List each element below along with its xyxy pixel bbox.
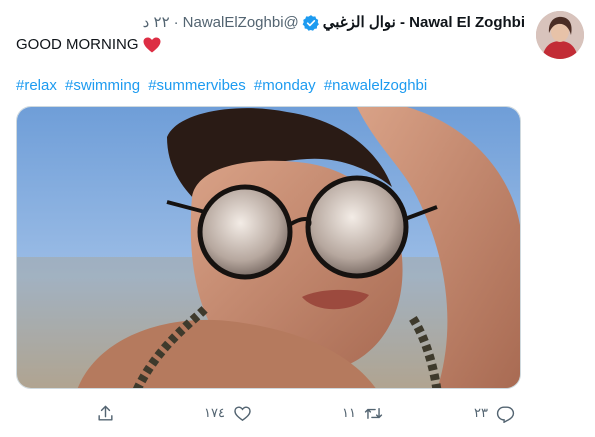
retweet-count: ١١	[342, 405, 356, 420]
separator-dot: ·	[173, 14, 179, 31]
retweet-icon	[364, 407, 383, 419]
hashtag-link[interactable]: #monday	[254, 77, 316, 94]
tweet-header: Nawal El Zoghbi - نوال الزغبي @NawalElZo…	[143, 13, 525, 33]
reply-icon	[496, 405, 515, 423]
heart-icon	[234, 405, 251, 421]
tweet-photo[interactable]	[16, 106, 521, 389]
hashtag-link[interactable]: #swimming	[65, 77, 140, 94]
reply-button[interactable]: ٢٣	[474, 398, 515, 428]
tweet-actions: ٢٣ ١١ ١٧٤	[0, 398, 595, 428]
like-button[interactable]: ١٧٤	[204, 398, 252, 428]
verified-badge-icon	[302, 14, 320, 32]
share-icon	[98, 405, 113, 421]
avatar[interactable]	[536, 11, 584, 59]
hashtag-link[interactable]: #summervibes	[148, 77, 246, 94]
reply-count: ٢٣	[474, 405, 488, 420]
author-handle[interactable]: @NawalElZoghbi	[183, 13, 299, 33]
share-button[interactable]	[96, 398, 115, 428]
retweet-button[interactable]: ١١	[342, 398, 383, 428]
like-count: ١٧٤	[204, 405, 225, 420]
hashtag-link[interactable]: #relax	[16, 77, 57, 94]
author-name[interactable]: Nawal El Zoghbi - نوال الزغبي	[323, 13, 525, 33]
hashtag-list: #relax #swimming #summervibes #monday #n…	[16, 76, 431, 96]
red-heart-emoji-icon	[143, 37, 161, 53]
hashtag-link[interactable]: #nawalelzoghbi	[324, 77, 427, 94]
tweet-text-content: GOOD MORNING	[16, 36, 139, 53]
tweet-text: GOOD MORNING	[16, 35, 161, 55]
tweet-timestamp[interactable]: ٢٢ د	[143, 13, 170, 33]
